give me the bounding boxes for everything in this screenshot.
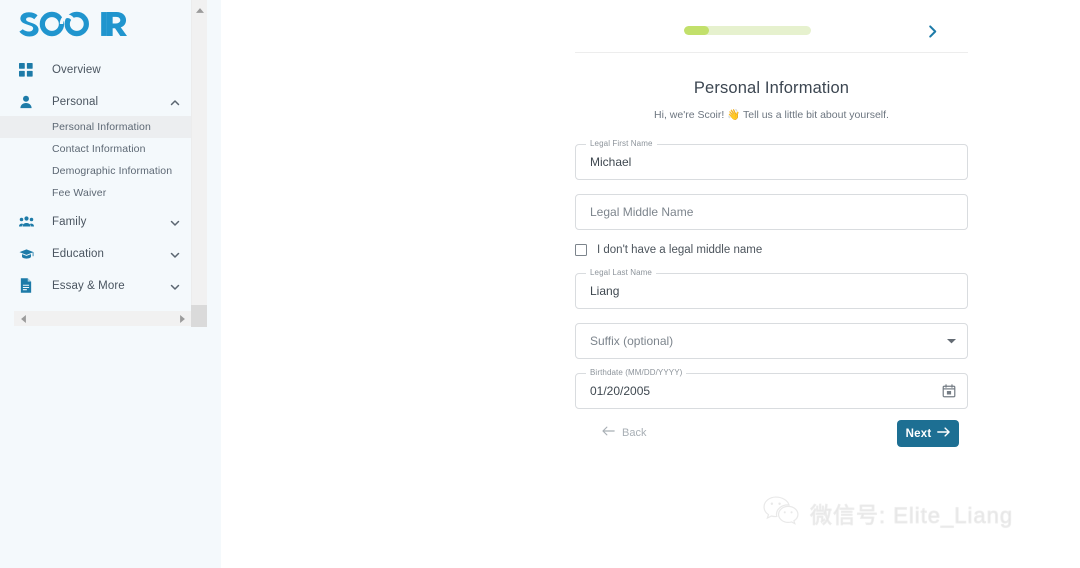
legal-first-name-value: Michael xyxy=(590,155,632,169)
chevron-down-icon[interactable] xyxy=(169,216,181,228)
scroll-right-arrow-icon[interactable] xyxy=(175,311,189,326)
sidebar-subitem-label: Demographic Information xyxy=(52,165,173,177)
sidebar-scroll-panel: Overview Personal Personal Information C… xyxy=(0,0,207,332)
subtitle-before: Hi, we're Scoir! xyxy=(654,109,725,121)
back-button-label: Back xyxy=(622,426,647,439)
sidebar-item-label: Family xyxy=(52,215,87,228)
suffix-placeholder: Suffix (optional) xyxy=(590,334,674,348)
sidebar-subitem-label: Contact Information xyxy=(52,143,146,155)
birthdate-label: Birthdate (MM/DD/YYYY) xyxy=(586,368,687,377)
sidebar-subitem-label: Fee Waiver xyxy=(52,187,107,199)
subtitle-after: Tell us a little bit about yourself. xyxy=(743,109,889,121)
app-root: Overview Personal Personal Information C… xyxy=(0,0,1080,568)
sidebar-item-label: Essay & More xyxy=(52,279,125,292)
personal-information-form: Legal First Name Michael Legal Middle Na… xyxy=(575,139,968,423)
calendar-icon[interactable] xyxy=(942,384,956,398)
birthdate-value: 01/20/2005 xyxy=(590,384,651,398)
checkbox-box-icon[interactable] xyxy=(575,244,587,256)
legal-first-name-label: Legal First Name xyxy=(586,139,657,148)
next-button[interactable]: Next xyxy=(897,420,959,447)
chevron-up-icon[interactable] xyxy=(169,96,181,108)
sidebar-vertical-scrollbar[interactable] xyxy=(191,0,207,317)
sidebar-subitem-fee-waiver[interactable]: Fee Waiver xyxy=(0,182,193,204)
scroll-left-arrow-icon[interactable] xyxy=(16,311,30,326)
scoir-logo[interactable] xyxy=(17,10,127,38)
sidebar-subitem-contact-information[interactable]: Contact Information xyxy=(0,138,193,160)
back-button[interactable]: Back xyxy=(602,426,646,439)
chevron-down-icon[interactable] xyxy=(169,248,181,260)
sidebar-item-overview[interactable]: Overview xyxy=(0,55,193,84)
progress-bar-fill xyxy=(684,26,710,35)
dropdown-arrow-icon[interactable] xyxy=(947,338,956,344)
scroll-up-arrow-icon[interactable] xyxy=(192,2,207,18)
form-actions: Back Next xyxy=(575,420,968,452)
sidebar-nav: Overview Personal Personal Information C… xyxy=(0,55,193,300)
legal-first-name-field[interactable]: Legal First Name Michael xyxy=(575,139,968,180)
page-subtitle: Hi, we're Scoir! 👋 Tell us a little bit … xyxy=(555,108,988,121)
sidebar-subitem-label: Personal Information xyxy=(52,121,151,133)
scrollbar-corner xyxy=(191,305,207,327)
header-divider xyxy=(575,52,968,53)
sidebar-horizontal-scrollbar[interactable] xyxy=(14,311,191,326)
main-content: Personal Information Hi, we're Scoir! 👋 … xyxy=(221,0,1080,568)
sidebar-item-personal[interactable]: Personal xyxy=(0,87,193,116)
legal-middle-name-placeholder: Legal Middle Name xyxy=(590,205,694,219)
sidebar: Overview Personal Personal Information C… xyxy=(0,0,221,568)
sidebar-item-family[interactable]: Family xyxy=(0,207,193,236)
progress-bar xyxy=(684,26,811,35)
document-icon xyxy=(17,277,35,295)
legal-last-name-value: Liang xyxy=(590,284,620,298)
grid-icon xyxy=(17,61,35,79)
legal-last-name-label: Legal Last Name xyxy=(586,268,656,277)
sidebar-item-essay-and-more[interactable]: Essay & More xyxy=(0,271,193,300)
legal-middle-name-field[interactable]: Legal Middle Name xyxy=(575,194,968,230)
arrow-left-icon xyxy=(602,426,615,439)
sidebar-subitem-demographic-information[interactable]: Demographic Information xyxy=(0,160,193,182)
chevron-down-icon[interactable] xyxy=(169,280,181,292)
graduation-cap-icon xyxy=(17,245,35,263)
suffix-select[interactable]: Suffix (optional) xyxy=(575,323,968,359)
sidebar-item-label: Education xyxy=(52,247,105,260)
page-title: Personal Information xyxy=(693,79,850,97)
person-icon xyxy=(17,93,35,111)
sidebar-item-education[interactable]: Education xyxy=(0,239,193,268)
sidebar-subitem-personal-information[interactable]: Personal Information xyxy=(0,116,193,138)
waving-hand-icon: 👋 xyxy=(727,109,741,121)
sidebar-item-label: Personal xyxy=(52,95,99,108)
chevron-right-icon[interactable] xyxy=(924,22,940,40)
sidebar-item-label: Overview xyxy=(52,63,101,76)
no-middle-name-checkbox[interactable]: I don't have a legal middle name xyxy=(575,240,968,260)
next-button-label: Next xyxy=(905,427,932,440)
arrow-right-icon xyxy=(937,427,951,440)
no-middle-name-label: I don't have a legal middle name xyxy=(597,244,763,256)
legal-last-name-field[interactable]: Legal Last Name Liang xyxy=(575,268,968,309)
birthdate-field[interactable]: Birthdate (MM/DD/YYYY) 01/20/2005 xyxy=(575,368,968,409)
group-icon xyxy=(17,213,35,231)
